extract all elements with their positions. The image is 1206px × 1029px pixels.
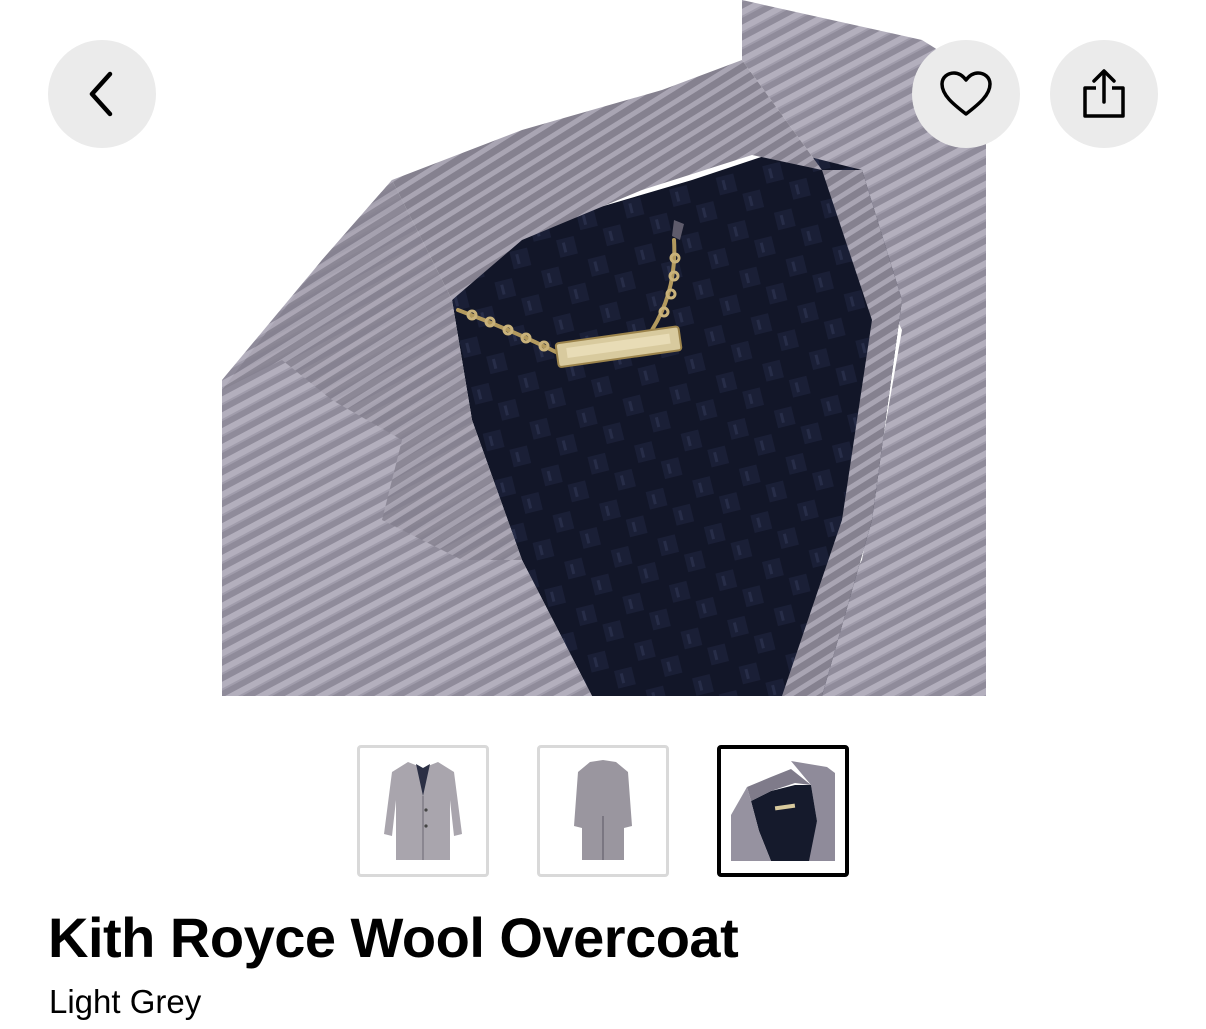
thumbnail-strip bbox=[357, 745, 849, 877]
coat-front-thumbnail-image bbox=[384, 762, 462, 860]
thumbnail-collar-detail[interactable] bbox=[717, 745, 849, 877]
product-title: Kith Royce Wool Overcoat bbox=[48, 906, 739, 969]
thumbnail-back-view[interactable] bbox=[537, 745, 669, 877]
product-colorway: Light Grey bbox=[49, 983, 202, 1020]
product-main-image[interactable] bbox=[222, 0, 986, 696]
favorite-button[interactable] bbox=[912, 40, 1020, 148]
thumbnail-front-view[interactable] bbox=[357, 745, 489, 877]
heart-icon bbox=[939, 70, 993, 118]
coat-back-thumbnail-image bbox=[574, 760, 632, 860]
back-button[interactable] bbox=[48, 40, 156, 148]
product-page: Kith Royce Wool Overcoat Light Grey bbox=[0, 0, 1206, 1029]
chevron-left-icon bbox=[82, 70, 122, 118]
share-icon bbox=[1081, 68, 1127, 120]
collar-detail-thumbnail-image bbox=[731, 761, 835, 861]
share-button[interactable] bbox=[1050, 40, 1158, 148]
